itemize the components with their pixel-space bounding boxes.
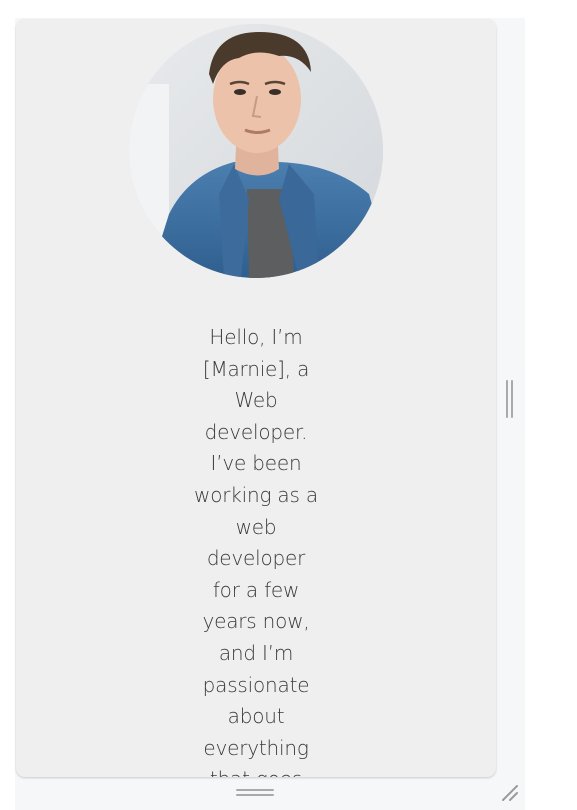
profile-avatar <box>129 24 383 278</box>
preview-viewport: Hello, I’m [Marnie], a Web developer. I’… <box>0 0 577 810</box>
person-portrait-icon <box>129 24 383 278</box>
vertical-resize-handle-icon[interactable] <box>505 380 514 418</box>
bio-text: Hello, I’m [Marnie], a Web developer. I’… <box>194 325 318 777</box>
horizontal-resize-handle-icon[interactable] <box>236 788 274 797</box>
profile-card: Hello, I’m [Marnie], a Web developer. I’… <box>16 19 496 777</box>
corner-resize-grip-icon[interactable] <box>500 783 520 803</box>
